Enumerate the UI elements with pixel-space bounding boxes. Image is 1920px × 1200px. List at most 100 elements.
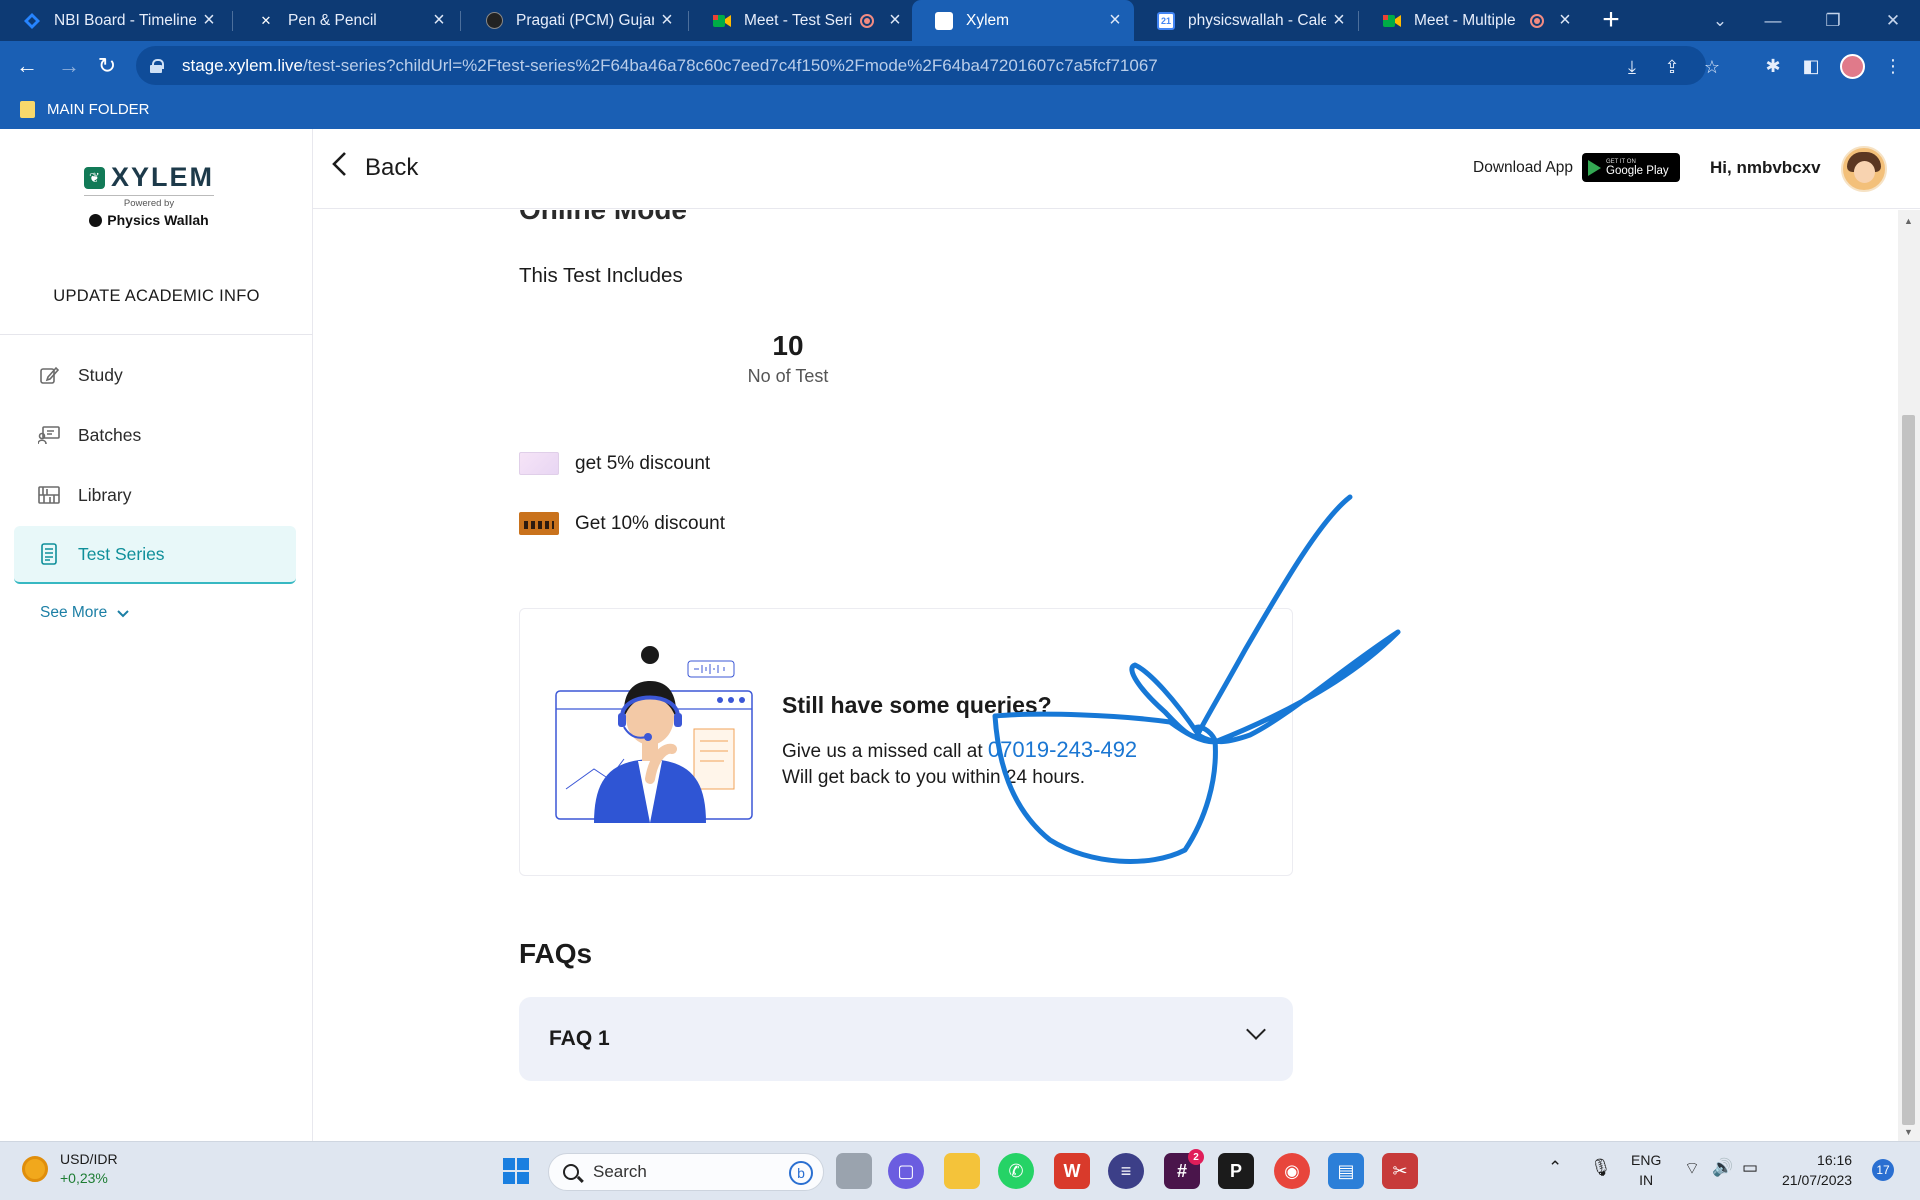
task-view-icon[interactable] (836, 1153, 872, 1189)
system-clock[interactable]: 16:16 21/07/2023 (1782, 1150, 1852, 1190)
share-icon[interactable]: ⇪ (1659, 54, 1685, 80)
see-more-label: See More (40, 604, 108, 621)
xylem-icon (934, 11, 954, 31)
offer-item[interactable]: Get 10% discount (519, 512, 725, 535)
extensions-icon[interactable]: ✱ (1760, 53, 1786, 79)
sidebar-item-library[interactable]: Library (14, 466, 296, 524)
tab-pen-pencil[interactable]: ✕ Pen & Pencil × (234, 0, 458, 41)
teams-chat-icon[interactable]: ▢ (888, 1153, 924, 1189)
avatar[interactable] (1841, 146, 1887, 192)
close-tab-icon[interactable]: × (1326, 9, 1352, 32)
close-window-button[interactable]: ✕ (1863, 0, 1920, 41)
restore-button[interactable]: ❐ (1803, 0, 1863, 41)
recording-icon (860, 13, 874, 28)
offer-item[interactable]: get 5% discount (519, 452, 710, 475)
close-tab-icon[interactable]: × (426, 9, 452, 32)
bookmark-main-folder[interactable]: MAIN FOLDER (47, 101, 150, 118)
leaf-icon: ❦ (84, 166, 105, 189)
scroll-up-icon[interactable]: ▲ (1904, 216, 1913, 226)
pw-app-icon[interactable]: P (1218, 1153, 1254, 1189)
sidebar-item-test-series[interactable]: Test Series (14, 526, 296, 584)
reload-icon[interactable]: ↻ (90, 49, 124, 83)
sidebar-item-batches[interactable]: Batches (14, 406, 296, 464)
tab-xylem[interactable]: Xylem × (912, 0, 1134, 41)
mode-heading: Online Mode (519, 210, 687, 226)
see-more-link[interactable]: See More (40, 604, 129, 622)
close-tab-icon[interactable]: × (654, 9, 680, 32)
address-bar[interactable]: stage.xylem.live/test-series?childUrl=%2… (136, 46, 1720, 85)
close-tab-icon[interactable]: × (882, 9, 908, 32)
faq-accordion-item[interactable]: FAQ 1 (519, 997, 1293, 1081)
currency-widget[interactable]: USD/IDR +0,23% (22, 1150, 118, 1188)
test-count-stat: 10 No of Test (723, 330, 853, 387)
support-agent-illustration (555, 646, 753, 823)
back-button[interactable]: Back (331, 151, 418, 184)
eclipse-icon[interactable]: ≡ (1108, 1153, 1144, 1189)
volume-icon[interactable]: 🔊 (1712, 1158, 1733, 1178)
chrome-icon[interactable]: ◉ (1274, 1153, 1310, 1189)
url-path: /test-series?childUrl=%2Ftest-series%2F6… (302, 55, 1158, 75)
forward-nav-icon[interactable]: → (52, 49, 86, 83)
x-icon: ✕ (260, 12, 272, 28)
language-indicator[interactable]: ENG IN (1631, 1150, 1661, 1190)
microphone-icon[interactable]: 🎙 (1590, 1158, 1612, 1178)
wps-office-icon[interactable]: W (1054, 1153, 1090, 1189)
tab-search-icon[interactable]: ⌄ (1690, 0, 1750, 41)
file-explorer-icon[interactable] (944, 1153, 980, 1189)
scroll-down-icon[interactable]: ▼ (1904, 1127, 1913, 1137)
pencil-square-icon (38, 364, 60, 386)
wifi-icon[interactable]: ⌔ (1684, 1158, 1700, 1179)
bookmark-star-icon[interactable]: ☆ (1699, 54, 1725, 80)
download-app-label: Download App (1473, 159, 1573, 176)
faq-heading: FAQs (519, 938, 593, 969)
test-count-label: No of Test (747, 366, 829, 386)
support-card: Still have some queries? Give us a misse… (519, 608, 1293, 876)
divider (0, 334, 313, 335)
sidebar-item-label: Library (78, 484, 132, 505)
new-tab-button[interactable]: + (1594, 4, 1628, 38)
jira-icon (22, 11, 42, 31)
notification-count[interactable]: 17 (1872, 1159, 1894, 1181)
battery-icon[interactable]: ▭ (1742, 1158, 1758, 1178)
pw-logo-icon (89, 213, 103, 227)
taskbar-search[interactable]: Search b (548, 1153, 824, 1191)
user-greeting[interactable]: Hi, nmbvbcxv (1710, 158, 1821, 178)
query-title: Still have some queries? (782, 692, 1052, 718)
scrollbar[interactable]: ▲ ▼ (1898, 210, 1920, 1141)
close-tab-icon[interactable]: × (1552, 9, 1578, 32)
google-play-badge[interactable]: GET IT ON Google Play (1582, 153, 1680, 182)
play-store-icon (1588, 159, 1601, 176)
tab-calendar[interactable]: 21 physicswallah - Calendar × (1134, 0, 1358, 41)
widget-title: USD/IDR (60, 1151, 118, 1167)
xylem-logo[interactable]: ❦ XYLEM Powered by Physics Wallah (84, 162, 214, 228)
tab-separator (688, 11, 689, 31)
test-includes-heading: This Test Includes (519, 264, 683, 287)
language-code: ENG (1631, 1152, 1662, 1168)
support-phone-link[interactable]: 07019-243-492 (988, 737, 1137, 762)
tab-title: Meet - Test Series (744, 11, 852, 29)
chevron-up-icon[interactable]: ⌃ (1548, 1158, 1562, 1178)
close-tab-icon[interactable]: × (1102, 9, 1128, 32)
windows-start-icon[interactable] (498, 1153, 534, 1189)
sidebar-item-study[interactable]: Study (14, 346, 296, 404)
tab-title: Xylem (966, 11, 1010, 29)
notepad-icon[interactable]: ▤ (1328, 1153, 1364, 1189)
scrollbar-thumb[interactable] (1902, 415, 1915, 1125)
side-panel-icon[interactable]: ◧ (1798, 53, 1824, 79)
tab-pragati[interactable]: Pragati (PCM) Gujarat × (462, 0, 686, 41)
update-academic-info-link[interactable]: UPDATE ACADEMIC INFO (0, 287, 313, 306)
back-nav-icon[interactable]: ← (10, 49, 44, 83)
menu-kebab-icon[interactable]: ⋮ (1880, 53, 1906, 79)
close-tab-icon[interactable]: × (196, 9, 222, 32)
whatsapp-icon[interactable]: ✆ (998, 1153, 1034, 1189)
tab-meet-multiple[interactable]: Meet - Multiple × (1360, 0, 1584, 41)
bing-icon[interactable]: b (789, 1161, 813, 1185)
tab-meet-test-series[interactable]: Meet - Test Series × (690, 0, 914, 41)
tab-nbi-board[interactable]: NBI Board - Timeline × (0, 0, 228, 41)
install-app-icon[interactable]: ⤓ (1619, 54, 1645, 80)
snipping-tool-icon[interactable]: ✂ (1382, 1153, 1418, 1189)
minimize-button[interactable]: — (1743, 0, 1803, 41)
profile-avatar[interactable] (1840, 54, 1865, 79)
meet-icon (1382, 11, 1402, 31)
slack-icon[interactable]: #2 (1164, 1149, 1204, 1189)
